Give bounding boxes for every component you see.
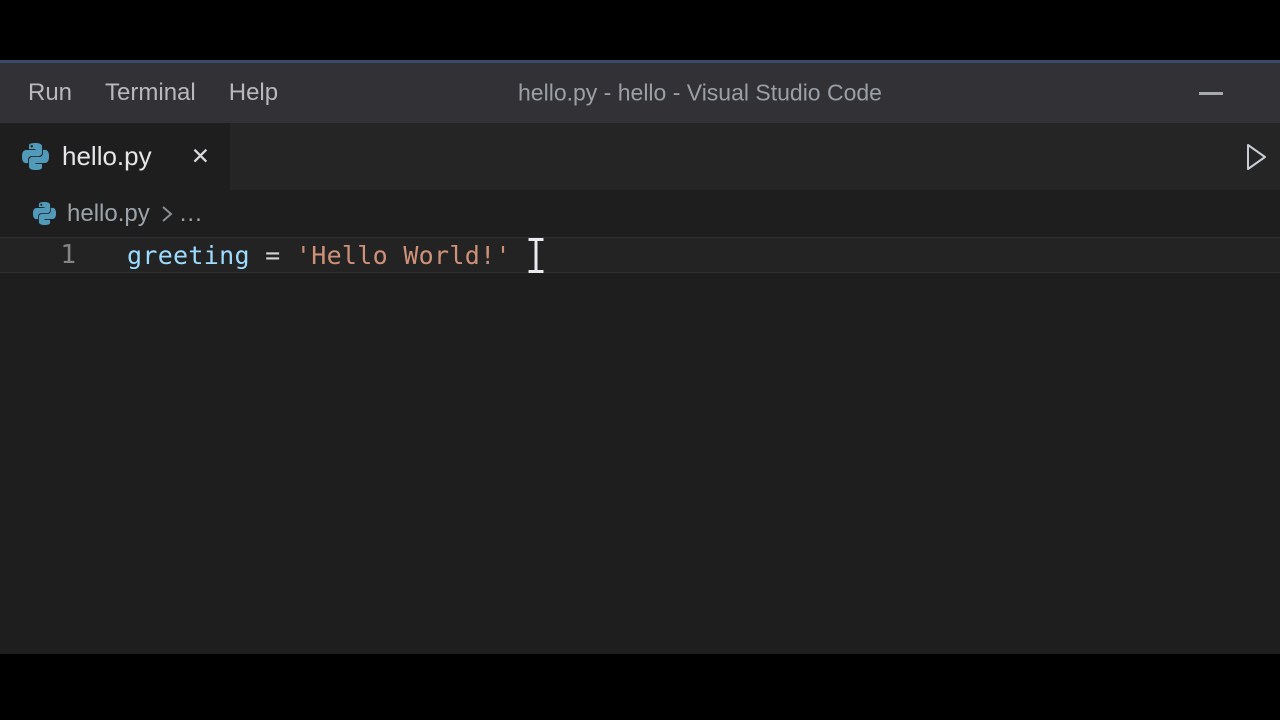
menu-item-help[interactable]: Help (229, 79, 278, 107)
line-number: 1 (0, 240, 76, 270)
breadcrumb: hello.py ... (0, 190, 1280, 237)
token-variable: greeting (127, 241, 250, 270)
code-editor[interactable]: 1 greeting = 'Hello World!' (0, 237, 1280, 654)
menu-bar: Run Terminal Help hello.py - hello - Vis… (0, 60, 1280, 123)
close-tab-button[interactable]: ✕ (189, 143, 212, 170)
vscode-window: Run Terminal Help hello.py - hello - Vis… (0, 0, 1280, 720)
run-file-button[interactable] (1235, 123, 1277, 190)
bottom-letterbox (0, 654, 1280, 720)
menu-item-run[interactable]: Run (28, 79, 72, 107)
python-icon (33, 202, 56, 225)
code-line-1: 1 greeting = 'Hello World!' (0, 237, 1280, 273)
text-ibeam-cursor-icon (527, 238, 545, 278)
token-operator: = (250, 241, 296, 270)
menu-item-terminal[interactable]: Terminal (105, 79, 196, 107)
play-icon (1243, 142, 1269, 172)
tab-bar: hello.py ✕ (0, 123, 1280, 190)
tab-label: hello.py (62, 141, 152, 172)
chevron-right-icon (160, 202, 174, 226)
breadcrumb-ellipsis[interactable]: ... (180, 200, 203, 228)
menu-items: Run Terminal Help (28, 63, 278, 123)
breadcrumb-file[interactable]: hello.py (67, 200, 150, 228)
tab-hello-py[interactable]: hello.py ✕ (0, 123, 230, 190)
code-content: greeting = 'Hello World!' (127, 241, 511, 270)
window-title: hello.py - hello - Visual Studio Code (518, 80, 882, 107)
minimize-button[interactable] (1187, 63, 1235, 123)
python-icon (22, 143, 49, 170)
token-string: 'Hello World!' (296, 241, 511, 270)
minimize-icon (1199, 92, 1223, 95)
